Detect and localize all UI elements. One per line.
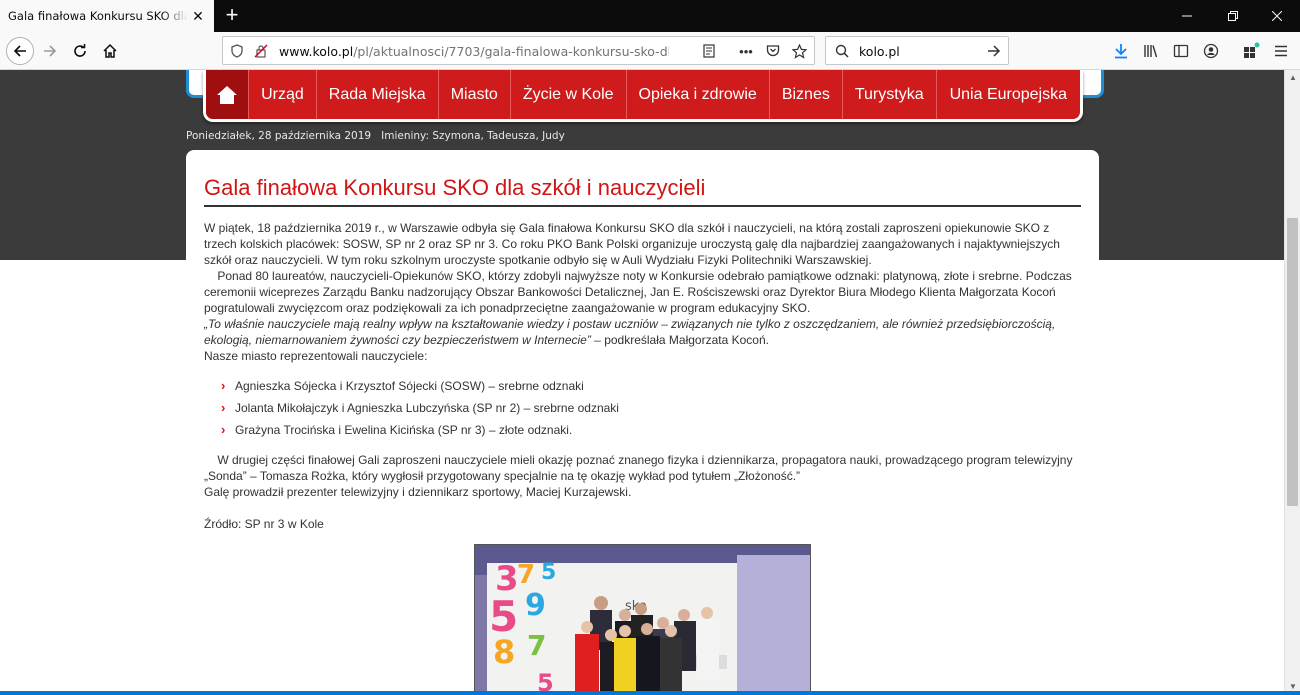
menu-item-rada-miejska[interactable]: Rada Miejska	[315, 70, 438, 119]
name-days: Imieniny: Szymona, Tadeusza, Judy	[381, 130, 565, 142]
svg-text:9: 9	[525, 588, 546, 623]
list-item: › Agnieszka Sójecka i Krzysztof Sójecki (…	[221, 375, 1084, 397]
paragraph-lecture: W drugiej części finałowej Gali zaprosze…	[204, 453, 1076, 483]
scroll-up-icon[interactable]: ▲	[1285, 70, 1300, 86]
url-domain: www.kolo.pl	[279, 44, 354, 59]
article-body: W piątek, 18 października 2019 r., w War…	[204, 220, 1084, 532]
gala-photo-image: 3 7 5 5 9 8 7 5 sko	[475, 545, 810, 695]
back-icon[interactable]	[6, 37, 34, 65]
sidebar-icon[interactable]	[1172, 42, 1190, 60]
forward-icon[interactable]	[36, 37, 64, 65]
active-tab[interactable]: Gala finałowa Konkursu SKO dla szkół i n…	[0, 0, 214, 32]
paragraph-intro: W piątek, 18 października 2019 r., w War…	[204, 221, 1060, 267]
account-icon[interactable]	[1202, 42, 1220, 60]
new-tab-icon[interactable]: +	[220, 4, 244, 28]
chevron-right-icon: ›	[221, 422, 226, 437]
paragraph-laureates: Ponad 80 laureatów, nauczycieli-Opiekunó…	[204, 269, 1076, 315]
gala-photo[interactable]: 3 7 5 5 9 8 7 5 sko	[474, 544, 811, 695]
list-item: › Grażyna Trocińska i Ewelina Kicińska (S…	[221, 419, 1084, 441]
menu-item-opieka-i-zdrowie[interactable]: Opieka i zdrowie	[625, 70, 769, 119]
library-icon[interactable]	[1142, 42, 1160, 60]
home-icon	[217, 85, 238, 104]
shield-icon[interactable]	[229, 43, 245, 59]
svg-text:7: 7	[517, 560, 535, 590]
address-bar[interactable]: www.kolo.pl/pl/aktualnosci/7703/gala-fin…	[222, 36, 815, 65]
svg-text:7: 7	[527, 629, 546, 662]
vertical-scrollbar[interactable]: ▲ ▼	[1284, 70, 1300, 695]
quote-attribution: podkreślała Małgorzata Kocoń.	[604, 333, 769, 347]
restore-icon[interactable]	[1210, 0, 1256, 32]
url-path: /pl/aktualnosci/7703/gala-finalowa-konku…	[353, 44, 669, 59]
article-title: Gala finałowa Konkursu SKO dla szkół i n…	[204, 175, 706, 200]
teachers-list: › Agnieszka Sójecka i Krzysztof Sójecki (…	[221, 375, 1084, 441]
taskbar-edge	[0, 691, 1300, 695]
navigation-toolbar: www.kolo.pl/pl/aktualnosci/7703/gala-fin…	[0, 32, 1300, 70]
close-window-icon[interactable]	[1254, 0, 1300, 32]
insecure-lock-icon[interactable]	[253, 43, 269, 59]
menu-item-biznes[interactable]: Biznes	[768, 70, 842, 119]
menu-item-urzad[interactable]: Urząd	[248, 70, 316, 119]
minimize-icon[interactable]	[1164, 0, 1210, 32]
svg-text:5: 5	[541, 560, 556, 585]
main-menu: Urząd Rada Miejska Miasto Życie w Kole O…	[203, 70, 1083, 122]
menu-item-turystyka[interactable]: Turystyka	[841, 70, 936, 119]
tab-bar: Gala finałowa Konkursu SKO dla szkół i n…	[0, 0, 1300, 32]
paragraph-representatives: Nasze miasto reprezentowali nauczyciele:	[204, 349, 428, 363]
source-note: Źródło: SP nr 3 w Kole	[204, 517, 324, 531]
menu-item-zycie-w-kole[interactable]: Życie w Kole	[509, 70, 626, 119]
scroll-thumb[interactable]	[1287, 218, 1298, 506]
svg-text:8: 8	[493, 633, 515, 671]
download-icon[interactable]	[1112, 42, 1130, 60]
url-text[interactable]: www.kolo.pl/pl/aktualnosci/7703/gala-fin…	[279, 44, 669, 59]
menu-icon[interactable]	[1272, 42, 1290, 60]
title-divider	[204, 205, 1081, 207]
menu-home-button[interactable]	[206, 70, 249, 119]
menu-item-unia-europejska[interactable]: Unia Europejska	[935, 70, 1080, 119]
pocket-icon[interactable]	[765, 43, 781, 59]
reload-icon[interactable]	[66, 37, 94, 65]
paragraph-host: Galę prowadził prezenter telewizyjny i d…	[204, 485, 632, 499]
menu-item-miasto[interactable]: Miasto	[437, 70, 510, 119]
home-icon[interactable]	[96, 37, 124, 65]
page-viewport: Urząd Rada Miejska Miasto Życie w Kole O…	[0, 70, 1284, 695]
current-date: Poniedziałek, 28 października 2019	[186, 130, 372, 142]
go-arrow-icon[interactable]	[986, 43, 1002, 59]
chevron-right-icon: ›	[221, 400, 226, 415]
bookmark-star-icon[interactable]	[791, 43, 807, 59]
search-input[interactable]: kolo.pl	[859, 44, 900, 59]
tab-title: Gala finałowa Konkursu SKO dla szkół i n…	[8, 9, 188, 23]
close-tab-icon[interactable]: ✕	[190, 8, 206, 24]
article-container: Gala finałowa Konkursu SKO dla szkół i n…	[186, 150, 1099, 695]
list-item: › Jolanta Mikołajczyk i Agnieszka Lubczyń…	[221, 397, 1084, 419]
search-bar[interactable]: kolo.pl	[825, 36, 1009, 65]
reader-icon[interactable]	[701, 43, 717, 59]
dateline: Poniedziałek, 28 października 2019 Imien…	[186, 130, 565, 142]
chevron-right-icon: ›	[221, 378, 226, 393]
search-icon	[834, 43, 850, 59]
more-icon[interactable]: •••	[738, 43, 754, 59]
paragraph-quote: „To właśnie nauczyciele mają realny wpły…	[204, 316, 1084, 348]
extensions-icon[interactable]	[1242, 42, 1260, 60]
